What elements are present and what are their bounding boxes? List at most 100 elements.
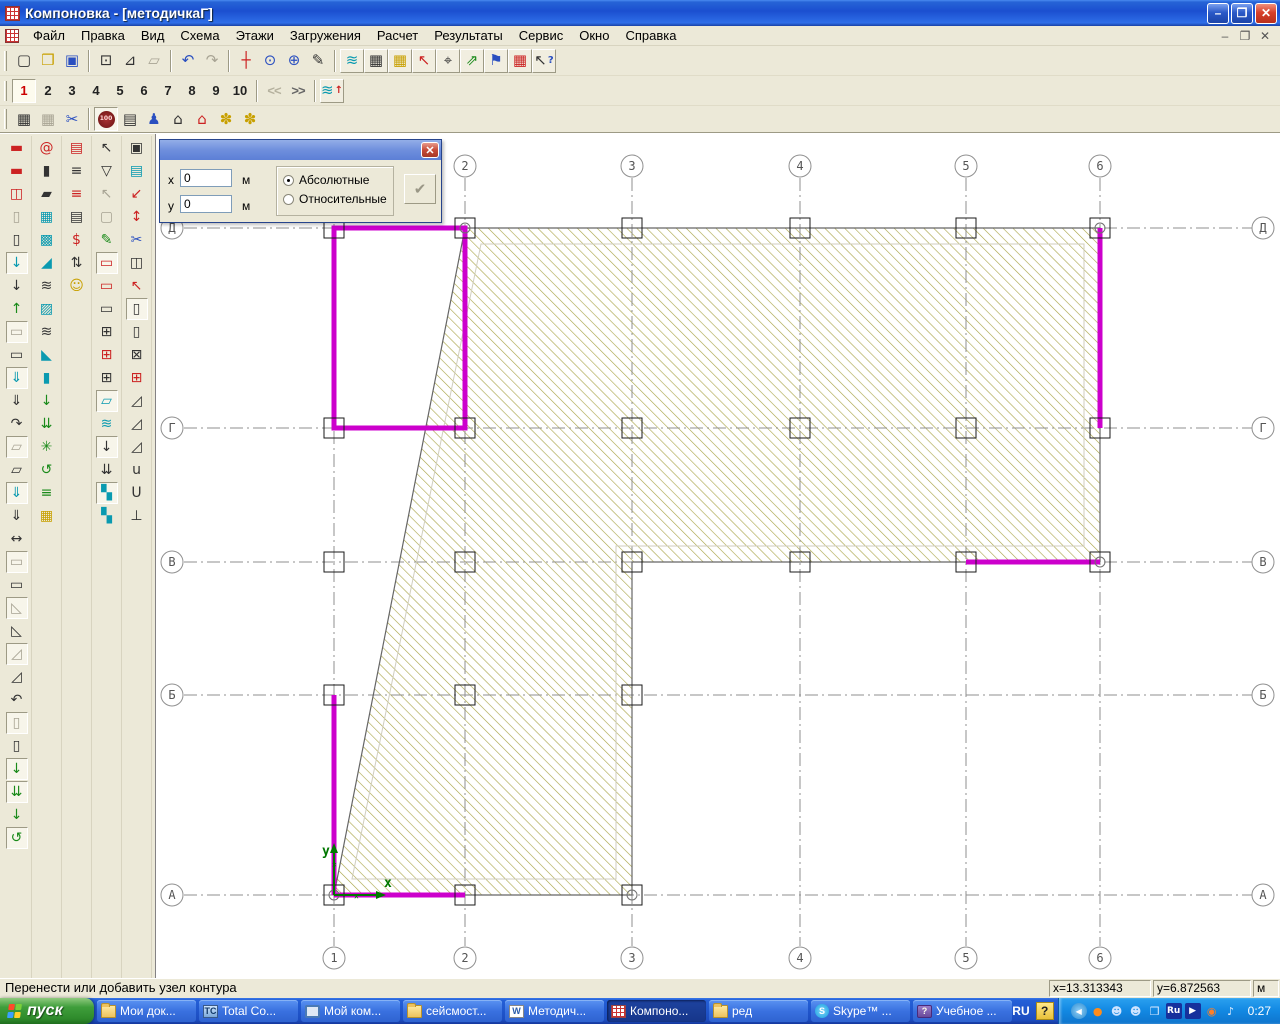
slab-fill-icon[interactable]: ▩ [36, 229, 58, 251]
brush-icon[interactable]: ✎ [96, 229, 118, 251]
undo-icon[interactable]: ↶ [176, 49, 200, 73]
wall-edit-icon[interactable]: ▰ [36, 183, 58, 205]
menu-item-сервис[interactable]: Сервис [511, 27, 572, 44]
opening-n-icon[interactable]: ▭ [6, 574, 28, 596]
menu-item-правка[interactable]: Правка [73, 27, 133, 44]
toolbar-handle[interactable] [4, 80, 7, 101]
stories-list-icon[interactable]: ≡ [66, 160, 88, 182]
zoom-dynamic-icon[interactable]: ⊙ [258, 49, 282, 73]
workbench-icon[interactable]: ▤ [118, 107, 142, 131]
slab-hatch-icon[interactable]: ▨ [36, 298, 58, 320]
column-ghost-icon[interactable]: ▯ [6, 206, 28, 228]
capture-area-icon[interactable]: ⌖ [436, 48, 460, 73]
checker-on-icon[interactable]: ▚ [95, 482, 118, 504]
window-frame-icon[interactable]: ▣ [126, 137, 148, 159]
taskbar-task-tc[interactable]: TC Total Co... [199, 1000, 298, 1022]
slab-f-icon[interactable]: ⇓ [6, 505, 28, 527]
smiley-icon[interactable]: ☺ [66, 275, 88, 297]
open-document-icon[interactable]: ❒ [36, 49, 60, 73]
punto-ru-icon[interactable]: Ru [1165, 1003, 1182, 1019]
menu-item-расчет[interactable]: Расчет [369, 27, 426, 44]
wedge-rotate-icon[interactable]: ↶ [6, 689, 28, 711]
redo-icon[interactable]: ↷ [200, 49, 224, 73]
slab-n-icon[interactable]: ▱ [6, 459, 28, 481]
menu-item-этажи[interactable]: Этажи [228, 27, 282, 44]
ramp-pts-2-icon[interactable]: ◿ [126, 436, 148, 458]
slab-insert-icon[interactable]: ⇓ [5, 482, 28, 504]
net-delete-icon[interactable]: ▦ [36, 107, 60, 131]
column-n-icon[interactable]: ▯ [6, 229, 28, 251]
collapse-tray-icon[interactable]: ◀ [1070, 1003, 1087, 1019]
flag-options-icon[interactable]: ⚑ [484, 48, 508, 73]
language-indicator[interactable]: RU [1006, 998, 1035, 1024]
context-help-icon[interactable]: ↖? [532, 48, 556, 73]
story-button-4[interactable]: 4 [84, 79, 108, 103]
beam-rotate-icon[interactable]: ↷ [6, 413, 28, 435]
menu-item-справка[interactable]: Справка [617, 27, 684, 44]
slab-extend-icon[interactable]: ↔ [6, 528, 28, 550]
menu-item-схема[interactable]: Схема [172, 27, 227, 44]
load-down-icon[interactable]: ↓ [36, 390, 58, 412]
wall-top-icon[interactable]: ▬ [6, 137, 28, 159]
player-icon[interactable]: ▶ [1184, 1003, 1201, 1019]
stories-insert-icon[interactable]: ▤ [66, 137, 88, 159]
taskbar-task-book[interactable]: ? Учебное ... [913, 1000, 1012, 1022]
ramp-n-icon[interactable]: ◺ [6, 620, 28, 642]
stories-next-button[interactable]: >> [286, 79, 310, 103]
story-button-10[interactable]: 10 [228, 79, 252, 103]
grid-black-icon[interactable]: ⊞ [96, 367, 118, 389]
wedge-create-icon[interactable]: ◣ [36, 344, 58, 366]
wedge-n-icon[interactable]: ◿ [6, 666, 28, 688]
beam-u-icon[interactable]: u [126, 459, 148, 481]
stories-alert-icon[interactable]: ≡ [66, 183, 88, 205]
taskbar-task-computer[interactable]: Мой ком... [301, 1000, 400, 1022]
agent-orange-icon[interactable]: ● [1090, 1003, 1106, 1019]
contour-white-icon[interactable]: ▭ [96, 298, 118, 320]
taskbar-task-appgrid[interactable]: Компоно... [607, 1000, 706, 1022]
page-copy-icon[interactable]: ▤ [126, 160, 148, 182]
stand-icon[interactable]: ⊥ [126, 505, 148, 527]
minimize-button[interactable]: – [1207, 2, 1229, 24]
show-grid-icon[interactable]: ▦ [364, 48, 388, 73]
box-u-icon[interactable]: U [126, 482, 148, 504]
download-manager-icon[interactable]: ◉ [1204, 1003, 1220, 1019]
plan-ghost-icon[interactable]: ▱ [142, 49, 166, 73]
cursor-add-icon[interactable]: ↖ [96, 183, 118, 205]
doc-import-icon[interactable]: ⌂ [166, 107, 190, 131]
taskbar-task-doc[interactable]: W Методич... [505, 1000, 604, 1022]
load-line-icon[interactable]: ⇊ [5, 781, 28, 803]
ramp-pts-icon[interactable]: ◿ [126, 413, 148, 435]
x-coordinate-field[interactable] [180, 169, 232, 187]
menu-item-окно[interactable]: Окно [571, 27, 617, 44]
new-document-icon[interactable]: ▢ [12, 49, 36, 73]
absolute-radio[interactable]: Абсолютные [283, 173, 393, 187]
column-f-icon[interactable]: ↓ [6, 275, 28, 297]
wall-create-icon[interactable]: ▮ [36, 160, 58, 182]
user-blue-1-icon[interactable]: ☻ [1109, 1003, 1125, 1019]
loads-down-icon[interactable]: ⇊ [36, 413, 58, 435]
zoom-window-icon[interactable]: ⊕ [282, 49, 306, 73]
stairs-pts-icon[interactable]: ◿ [126, 390, 148, 412]
cursor-select-icon[interactable]: ↖ [96, 137, 118, 159]
arrow-down-icon[interactable]: ↓ [95, 436, 118, 458]
load-area-icon[interactable]: ↺ [5, 827, 28, 849]
start-button[interactable]: пуск [0, 998, 94, 1024]
slab-edge-icon[interactable]: ◢ [36, 252, 58, 274]
mdi-close-button[interactable]: ✕ [1258, 29, 1272, 43]
four-squares-icon[interactable]: ⊞ [96, 321, 118, 343]
slab-ghost-icon[interactable]: ▱ [5, 436, 28, 458]
net-steps-icon[interactable]: ▦ [12, 107, 36, 131]
wall-window-icon[interactable]: ◫ [6, 183, 28, 205]
dialog-close-icon[interactable]: ✕ [421, 142, 439, 158]
menu-item-загружения[interactable]: Загружения [282, 27, 369, 44]
load-tree-icon[interactable]: ✳ [36, 436, 58, 458]
table-cost-icon[interactable]: $ [66, 229, 88, 251]
stories-prev-button[interactable]: << [262, 79, 286, 103]
menu-item-файл[interactable]: Файл [25, 27, 73, 44]
mdi-minimize-button[interactable]: – [1218, 29, 1232, 43]
story-params-icon[interactable]: @ [36, 137, 58, 159]
mdi-restore-button[interactable]: ❐ [1238, 29, 1252, 43]
opening-ghost-icon[interactable]: ▭ [5, 551, 28, 573]
save-document-icon[interactable]: ▣ [60, 49, 84, 73]
beam-f-icon[interactable]: ⇓ [6, 390, 28, 412]
